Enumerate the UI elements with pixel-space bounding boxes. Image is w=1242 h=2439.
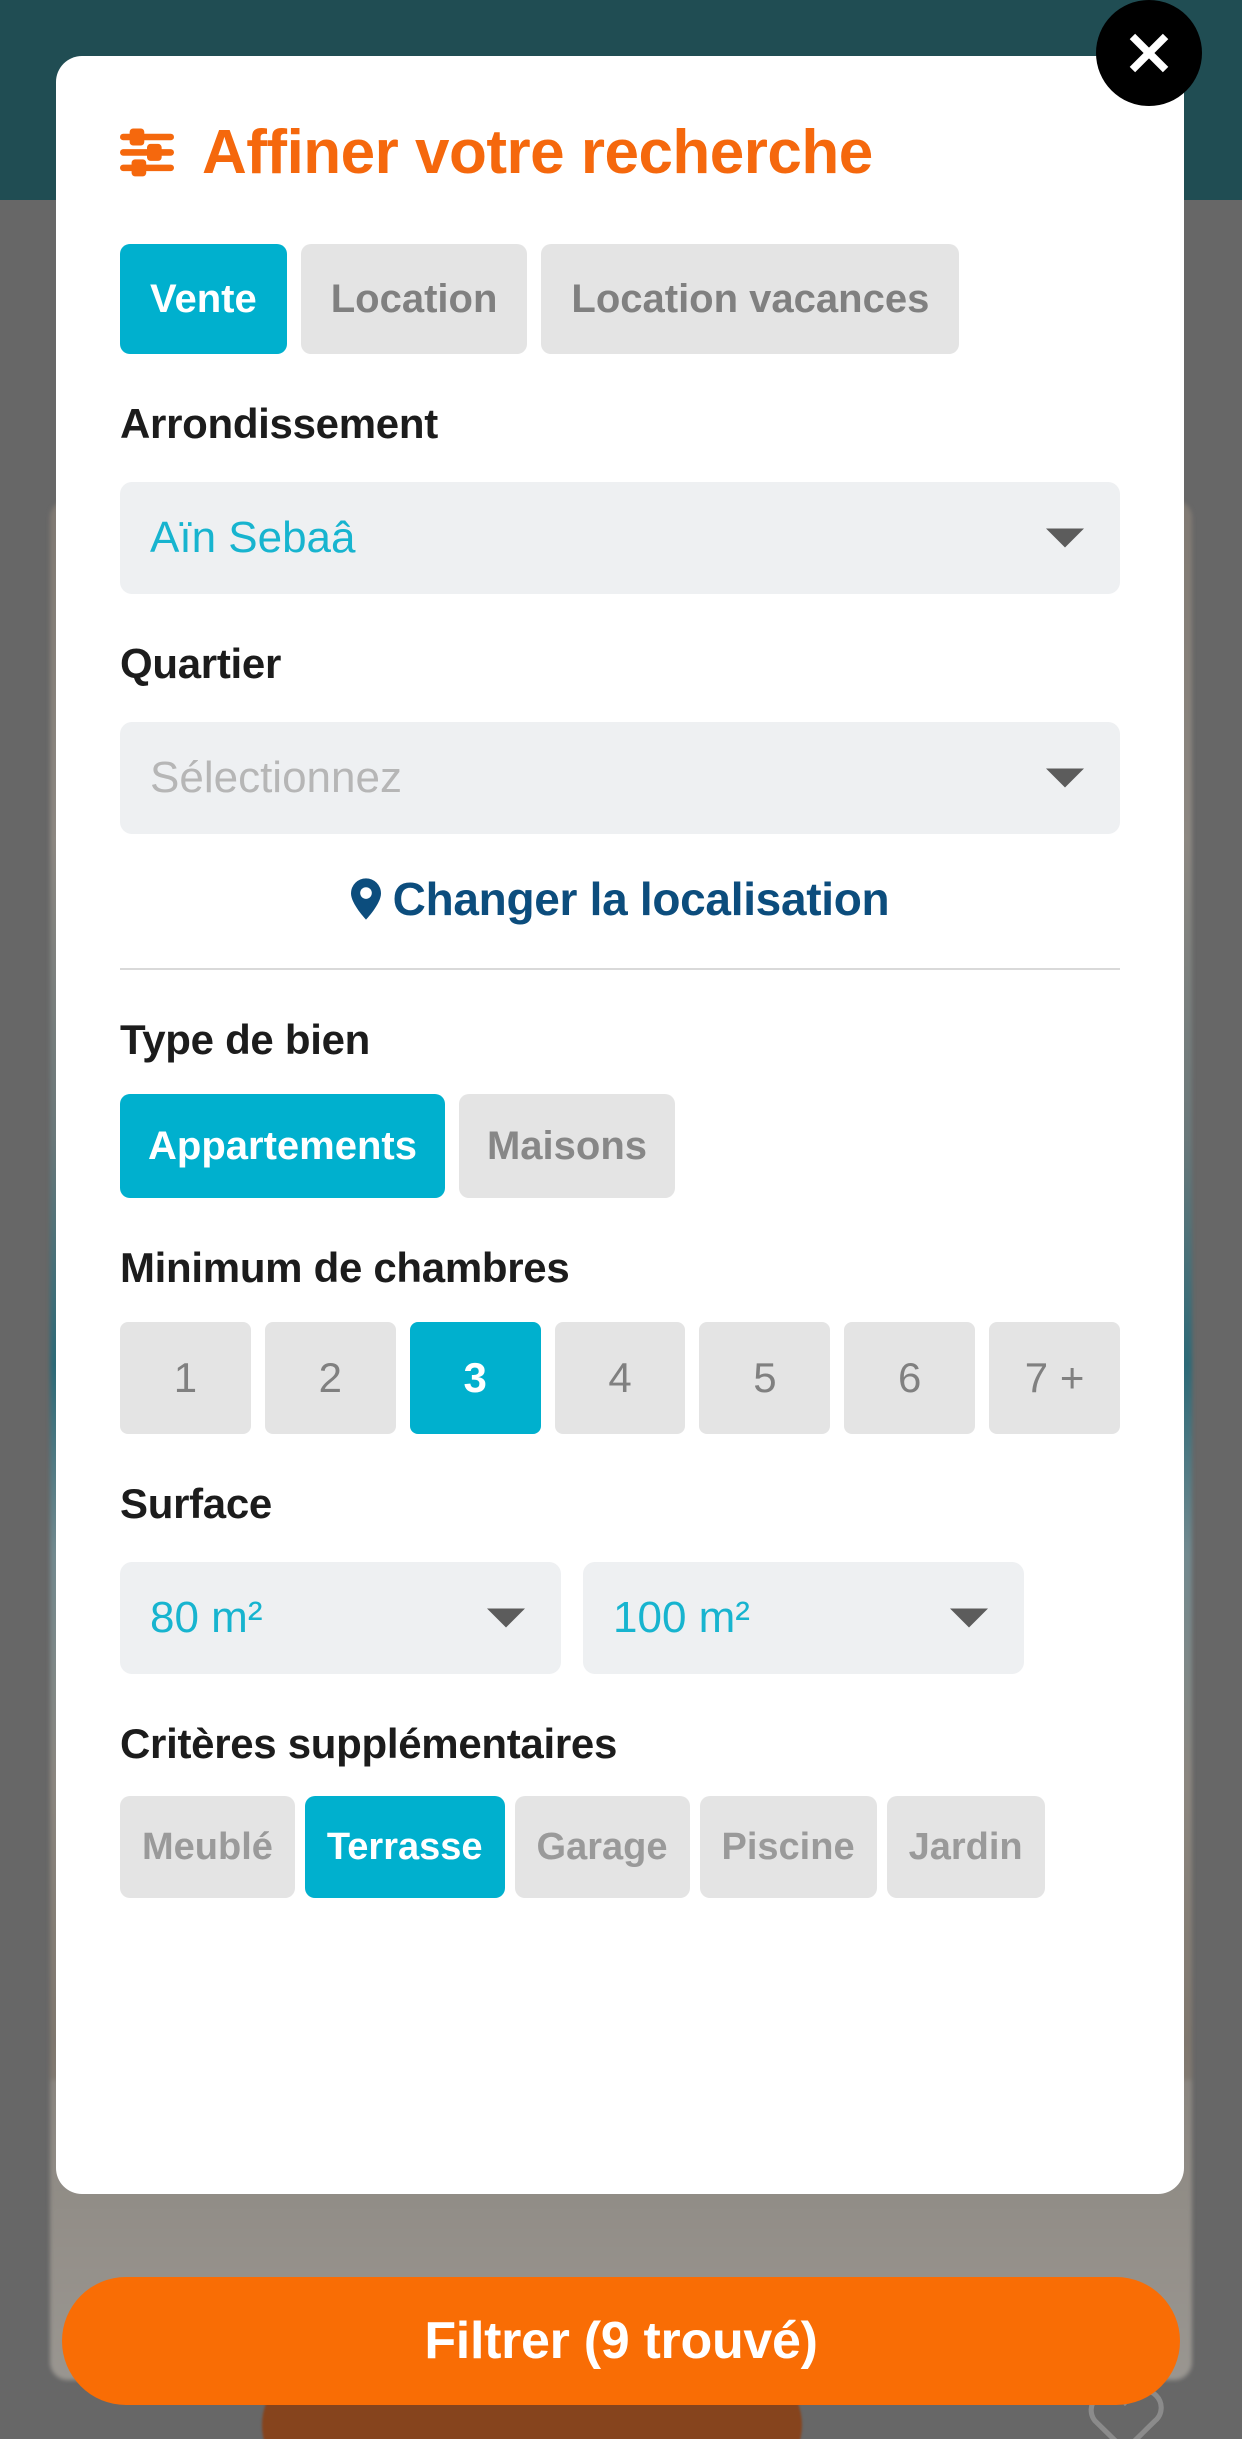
chip-terrasse[interactable]: Terrasse [304,1796,505,1898]
chip-garage[interactable]: Garage [514,1796,690,1898]
arrondissement-value: Aïn Sebaâ [150,513,356,562]
chip-piscine[interactable]: Piscine [699,1796,877,1898]
extra-criteria-options: Meublé Terrasse Garage Piscine Jardin [120,1796,1120,1898]
bedrooms-6[interactable]: 6 [844,1322,976,1434]
surface-min-value: 80 m² [150,1593,263,1642]
page-title: Affiner votre recherche [202,118,873,187]
tab-location[interactable]: Location [300,244,528,354]
modal-header: Affiner votre recherche [120,122,1120,184]
section-divider [120,968,1120,970]
change-location-label: Changer la localisation [392,873,890,925]
min-bedrooms-label: Minimum de chambres [120,1244,570,1291]
map-pin-icon [350,878,381,920]
surface-max-value: 100 m² [613,1593,750,1642]
page-root: مبوب [0,0,1242,2439]
chip-jardin[interactable]: Jardin [886,1796,1045,1898]
surface-max-select[interactable]: 100 m² [583,1562,1024,1674]
chevron-down-icon [950,1608,988,1628]
surface-range: 80 m² 100 m² [120,1528,1120,1674]
bedrooms-7-plus[interactable]: 7 + [989,1322,1121,1434]
filter-submit-button[interactable]: Filtrer (9 trouvé) [62,2277,1180,2405]
bedrooms-3[interactable]: 3 [409,1322,541,1434]
refine-search-modal: Affiner votre recherche Vente Location L… [56,56,1184,2194]
extra-criteria-label: Critères supplémentaires [120,1720,618,1767]
chevron-down-icon [1046,768,1084,788]
change-location-link[interactable]: Changer la localisation [120,872,1120,926]
quartier-select[interactable]: Sélectionnez [120,722,1120,834]
tab-location-vacances[interactable]: Location vacances [541,244,960,354]
property-type-label: Type de bien [120,1016,370,1063]
surface-label: Surface [120,1480,272,1527]
chip-appartements[interactable]: Appartements [120,1094,445,1198]
quartier-placeholder: Sélectionnez [150,753,402,802]
arrondissement-label: Arrondissement [120,400,438,447]
tab-vente[interactable]: Vente [120,244,287,354]
surface-min-select[interactable]: 80 m² [120,1562,561,1674]
chip-meuble[interactable]: Meublé [120,1796,295,1898]
property-type-options: Appartements Maisons [120,1094,1120,1198]
chip-maisons[interactable]: Maisons [458,1094,675,1198]
chevron-down-icon [1046,528,1084,548]
bedrooms-1[interactable]: 1 [120,1322,251,1434]
sliders-icon [120,128,174,177]
close-icon [1129,33,1169,73]
bedrooms-2[interactable]: 2 [264,1322,396,1434]
chevron-down-icon [487,1608,525,1628]
close-button[interactable] [1096,0,1202,106]
bedrooms-4[interactable]: 4 [554,1322,686,1434]
bedrooms-5[interactable]: 5 [699,1322,831,1434]
min-bedrooms-options: 1 2 3 4 5 6 7 + [120,1322,1121,1434]
transaction-type-tabs: Vente Location Location vacances [120,244,1120,354]
arrondissement-select[interactable]: Aïn Sebaâ [120,482,1120,594]
quartier-label: Quartier [120,640,281,687]
